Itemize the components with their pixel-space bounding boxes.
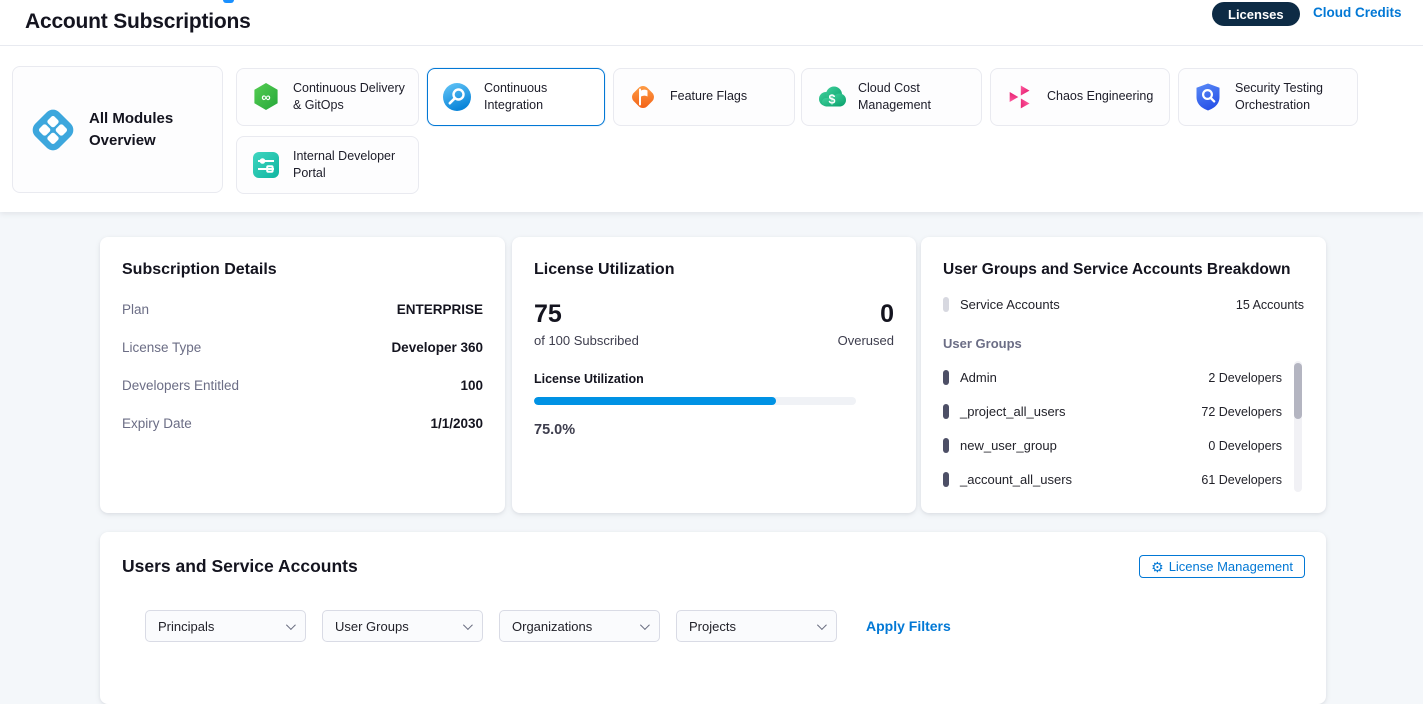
- breakdown-card: User Groups and Service Accounts Breakdo…: [921, 237, 1326, 513]
- user-group-row: Admin 2 Developers: [943, 370, 1282, 385]
- ce-module-icon: [1004, 81, 1036, 113]
- users-section-title: Users and Service Accounts: [122, 556, 1304, 577]
- group-color-marker: [943, 438, 949, 453]
- module-card-sto[interactable]: Security Testing Orchestration: [1178, 68, 1358, 126]
- module-label-cd: Continuous Delivery & GitOps: [293, 80, 415, 115]
- organizations-filter-dropdown[interactable]: Organizations: [499, 610, 660, 642]
- user-group-row: new_user_group 0 Developers: [943, 438, 1282, 453]
- module-label-sto: Security Testing Orchestration: [1235, 80, 1357, 115]
- all-modules-overview-label: All Modules Overview: [89, 108, 189, 152]
- overused-licenses-stat: 0 Overused: [838, 301, 894, 348]
- group-color-marker: [943, 370, 949, 385]
- chevron-down-icon: [640, 620, 650, 630]
- service-accounts-row: Service Accounts 15 Accounts: [943, 297, 1304, 312]
- utilization-progress-fill: [534, 397, 776, 405]
- ccm-module-icon: $: [815, 81, 847, 113]
- group-color-marker: [943, 404, 949, 419]
- chevron-down-icon: [463, 620, 473, 630]
- sto-module-icon: [1192, 81, 1224, 113]
- subscription-details-title: Subscription Details: [122, 261, 483, 279]
- license-utilization-title: License Utilization: [534, 261, 894, 279]
- subscription-row-developers-entitled: Developers Entitled 100: [122, 378, 483, 393]
- top-nav-fragment: [223, 0, 234, 3]
- module-label-ce: Chaos Engineering: [1047, 88, 1169, 106]
- user-groups-list: Admin 2 Developers _project_all_users 72…: [943, 370, 1304, 487]
- module-label-ff: Feature Flags: [670, 88, 792, 106]
- apply-filters-link[interactable]: Apply Filters: [866, 618, 951, 634]
- module-selector-band: All Modules Overview ∞ Continuous Delive…: [0, 46, 1423, 212]
- scrollbar-thumb[interactable]: [1294, 363, 1302, 419]
- chevron-down-icon: [286, 620, 296, 630]
- licenses-tab[interactable]: Licenses: [1212, 2, 1300, 26]
- idp-module-icon: [250, 149, 282, 181]
- module-label-idp: Internal Developer Portal: [293, 148, 415, 183]
- chevron-down-icon: [817, 620, 827, 630]
- module-card-ci[interactable]: Continuous Integration: [427, 68, 605, 126]
- utilization-bar-label: License Utilization: [534, 372, 894, 386]
- subscription-row-license-type: License Type Developer 360: [122, 340, 483, 355]
- cd-module-icon: ∞: [250, 81, 282, 113]
- license-management-button[interactable]: ⚙ License Management: [1139, 555, 1305, 578]
- subscription-row-expiry-date: Expiry Date 1/1/2030: [122, 416, 483, 431]
- projects-filter-dropdown[interactable]: Projects: [676, 610, 837, 642]
- svg-text:∞: ∞: [261, 90, 270, 105]
- module-label-ci: Continuous Integration: [484, 80, 604, 115]
- svg-text:$: $: [829, 93, 836, 107]
- subscription-details-card: Subscription Details Plan ENTERPRISE Lic…: [100, 237, 505, 513]
- all-modules-icon: [29, 106, 77, 154]
- module-card-ce[interactable]: Chaos Engineering: [990, 68, 1170, 126]
- page-title: Account Subscriptions: [25, 10, 251, 34]
- filters-row: Principals User Groups Organizations Pro…: [145, 610, 951, 642]
- license-utilization-card: License Utilization 75 of 100 Subscribed…: [512, 237, 916, 513]
- group-color-marker: [943, 472, 949, 487]
- scrollbar[interactable]: [1294, 361, 1302, 492]
- used-licenses-stat: 75 of 100 Subscribed: [534, 301, 639, 348]
- all-modules-overview-card[interactable]: All Modules Overview: [12, 66, 223, 193]
- module-card-ccm[interactable]: $ Cloud Cost Management: [801, 68, 982, 126]
- gear-icon: ⚙: [1151, 560, 1164, 574]
- breakdown-title: User Groups and Service Accounts Breakdo…: [943, 261, 1304, 279]
- user-groups-filter-dropdown[interactable]: User Groups: [322, 610, 483, 642]
- module-card-ff[interactable]: Feature Flags: [613, 68, 795, 126]
- users-section-card: Users and Service Accounts ⚙ License Man…: [100, 532, 1326, 704]
- user-group-row: _project_all_users 72 Developers: [943, 404, 1282, 419]
- ff-module-icon: [627, 81, 659, 113]
- page-header: Account Subscriptions Licenses Cloud Cre…: [0, 0, 1423, 46]
- user-groups-heading: User Groups: [943, 336, 1304, 351]
- utilization-percent: 75.0%: [534, 422, 894, 438]
- utilization-progress-track: [534, 397, 856, 405]
- user-group-row: _account_all_users 61 Developers: [943, 472, 1282, 487]
- cloud-credits-tab[interactable]: Cloud Credits: [1313, 5, 1402, 20]
- module-card-idp[interactable]: Internal Developer Portal: [236, 136, 419, 194]
- ci-module-icon: [441, 81, 473, 113]
- module-label-ccm: Cloud Cost Management: [858, 80, 980, 115]
- module-card-cd[interactable]: ∞ Continuous Delivery & GitOps: [236, 68, 419, 126]
- service-accounts-marker: [943, 297, 949, 312]
- principals-filter-dropdown[interactable]: Principals: [145, 610, 306, 642]
- subscription-row-plan: Plan ENTERPRISE: [122, 302, 483, 317]
